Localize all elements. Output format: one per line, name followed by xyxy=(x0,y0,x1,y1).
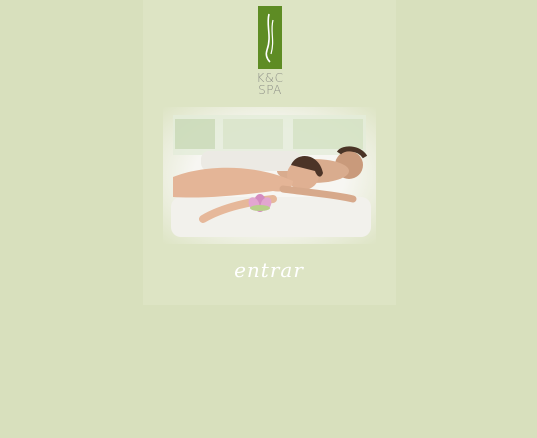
couple-massage-photo xyxy=(163,107,376,244)
enter-link[interactable]: entrar xyxy=(228,256,310,284)
leaf-stroke-icon xyxy=(265,13,274,63)
logo xyxy=(258,6,282,69)
lotus-flower-icon xyxy=(248,194,272,212)
brand-name: K&C SPA xyxy=(245,72,295,96)
brand-line2: SPA xyxy=(258,83,282,97)
